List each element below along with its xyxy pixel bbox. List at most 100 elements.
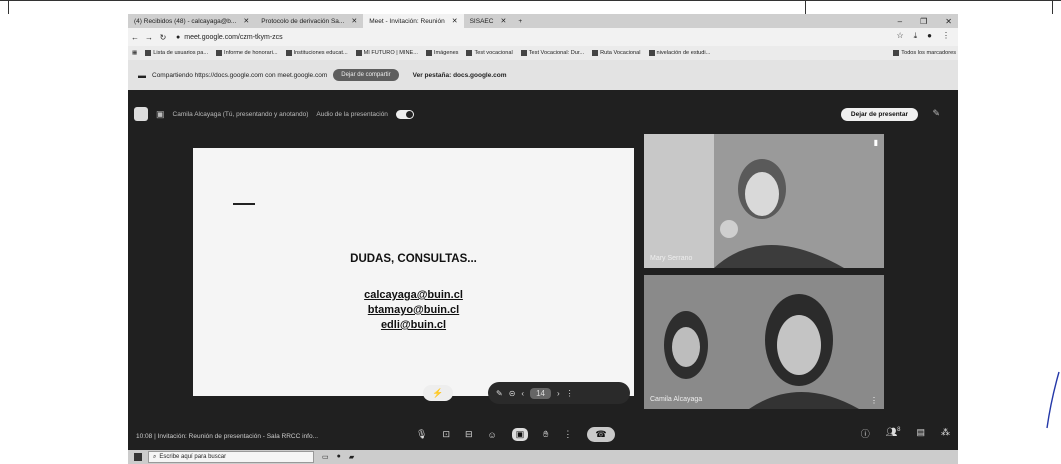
address-bar: ← → ↻ ● meet.google.com/czm-tkym-zcs ☆ ⤓ … xyxy=(128,28,958,46)
email-link[interactable]: edli@buin.cl xyxy=(193,318,634,333)
present-icon[interactable]: ▣ xyxy=(511,428,529,441)
email-link[interactable]: btamayo@buin.cl xyxy=(193,303,634,318)
new-tab-button[interactable]: + xyxy=(512,14,528,28)
pen-icon[interactable]: ✎ xyxy=(932,108,940,119)
meet-bottom-bar: 10:08 | Invitación: Reunión de presentac… xyxy=(128,420,958,452)
slide-controls: ✎ ⊝ ‹ 14 › ⋮ xyxy=(488,382,630,404)
star-icon[interactable]: ☆ xyxy=(896,31,903,41)
menu-icon[interactable]: ⋮ xyxy=(942,31,950,41)
slide-accent-line xyxy=(233,203,255,205)
tab-label: (4) Recibidos (48) - calcayaga@b... xyxy=(134,17,237,25)
audio-toggle[interactable] xyxy=(395,109,414,119)
url-field[interactable]: ● meet.google.com/czm-tkym-zcs xyxy=(176,34,283,41)
stop-presenting-button[interactable]: Dejar de presentar xyxy=(840,108,918,121)
bookmark-item[interactable]: Informe de honorari... xyxy=(216,50,278,56)
close-icon[interactable]: ✕ xyxy=(452,17,458,25)
participant-tile: Camila Alcayaga ⋮ xyxy=(644,275,884,409)
screenshot: (4) Recibidos (48) - calcayaga@b... ✕ Pro… xyxy=(128,14,958,464)
browser-tab[interactable]: (4) Recibidos (48) - calcayaga@b... ✕ xyxy=(128,14,255,28)
presentation-header: ▣ Camila Alcayaga (Tú, presentando y ano… xyxy=(134,104,414,124)
meeting-tools: ⓘ 👥︎8 ▤ ⁂ xyxy=(861,427,950,440)
participant-count: 8 xyxy=(897,427,901,433)
presentation-slide: DUDAS, CONSULTAS... calcayaga@buin.cl bt… xyxy=(193,148,634,396)
sharing-text: Compartiendo https://docs.google.com con… xyxy=(152,71,328,79)
captions-icon[interactable]: ⊟ xyxy=(465,429,473,440)
mic-icon: ▮ xyxy=(873,138,878,147)
taskbar-search[interactable]: ⌕ Escribe aquí para buscar xyxy=(148,451,314,463)
maximize-icon[interactable]: ❐ xyxy=(920,17,927,26)
more-icon[interactable]: ⋮ xyxy=(566,389,574,398)
download-icon[interactable]: ⤓ xyxy=(914,31,918,41)
browser-tab[interactable]: Protocolo de derivación Sa... ✕ xyxy=(255,14,363,28)
bookmark-item[interactable]: Lista de usuarios pa... xyxy=(145,50,208,56)
mic-icon[interactable]: 🎙︎ xyxy=(416,429,427,440)
email-list: calcayaga@buin.cl btamayo@buin.cl edli@b… xyxy=(193,288,634,333)
table-border-top xyxy=(0,0,1061,1)
meeting-info: 10:08 | Invitación: Reunión de presentac… xyxy=(136,432,319,440)
chat-icon[interactable]: ▤ xyxy=(916,427,925,440)
more-icon[interactable]: ⋮ xyxy=(563,429,572,440)
bookmark-item[interactable]: Ruta Vocacional xyxy=(592,50,641,56)
meet-window: ▣ Camila Alcayaga (Tú, presentando y ano… xyxy=(128,90,958,464)
camera-icon[interactable]: ⊡ xyxy=(442,429,450,440)
profile-icon[interactable]: ● xyxy=(927,31,932,41)
stop-sharing-button[interactable]: Dejar de compartir xyxy=(333,69,399,81)
task-view-icon[interactable]: ▭ xyxy=(322,453,329,461)
tab-label: Meet - Invitación: Reunión xyxy=(369,17,445,25)
os-taskbar: ⌕ Escribe aquí para buscar ▭ ● ▰ xyxy=(128,450,958,464)
share-icon: ▬ xyxy=(138,70,146,80)
browser-tab[interactable]: SISAEC ✕ xyxy=(464,14,513,28)
chrome-icon[interactable]: ● xyxy=(337,453,341,461)
reload-icon[interactable]: ↻ xyxy=(156,33,170,42)
bookmark-item[interactable]: Imágenes xyxy=(425,50,458,56)
close-icon[interactable]: ✕ xyxy=(243,17,249,25)
close-icon[interactable]: ✕ xyxy=(945,17,952,26)
participant-name: Camila Alcayaga xyxy=(650,396,703,403)
tab-bar: (4) Recibidos (48) - calcayaga@b... ✕ Pro… xyxy=(128,14,958,28)
end-call-button[interactable]: ☎ xyxy=(587,427,615,442)
forward-icon[interactable]: → xyxy=(142,33,156,42)
annotate-icon[interactable]: ✎ xyxy=(496,389,503,398)
participant-video xyxy=(644,134,884,268)
slide-title: DUDAS, CONSULTAS... xyxy=(350,253,477,265)
people-icon[interactable]: 👥︎8 xyxy=(886,427,901,440)
document-page: (4) Recibidos (48) - calcayaga@b... ✕ Pro… xyxy=(0,0,1061,464)
address-bar-actions: ☆ ⤓ ● ⋮ xyxy=(896,31,950,41)
bookmark-item[interactable]: Test Vocacional: Dur... xyxy=(520,50,584,56)
bookmark-item[interactable]: nivelación de estudi... xyxy=(648,50,710,56)
participant-video xyxy=(644,275,884,409)
present-icon: ▣ xyxy=(156,108,165,119)
taskbar-apps: ▭ ● ▰ xyxy=(322,453,354,461)
info-icon[interactable]: ⓘ xyxy=(861,427,870,440)
back-icon[interactable]: ← xyxy=(128,33,142,42)
annotation-tools[interactable]: ⚡ xyxy=(423,385,453,401)
bookmarks-bar: ▦ Lista de usuarios pa... Informe de hon… xyxy=(128,46,958,60)
close-icon[interactable]: ✕ xyxy=(500,17,506,25)
bookmark-item[interactable]: Test vocacional xyxy=(466,50,513,56)
activities-icon[interactable]: ⁂ xyxy=(941,427,950,440)
raise-hand-icon[interactable]: ✋︎ xyxy=(543,429,548,440)
prev-slide-icon[interactable]: ‹ xyxy=(521,389,524,398)
apps-icon[interactable]: ▦ xyxy=(132,50,137,56)
table-divider xyxy=(805,0,806,14)
more-options-icon[interactable]: ⋮ xyxy=(870,396,878,405)
sharing-bar: ▬ Compartiendo https://docs.google.com c… xyxy=(128,60,958,90)
windows-start-icon[interactable] xyxy=(134,453,142,461)
next-slide-icon[interactable]: › xyxy=(557,389,560,398)
participant-name: Mary Serrano xyxy=(650,255,693,262)
emoji-icon[interactable]: ☺ xyxy=(488,430,497,440)
all-bookmarks[interactable]: Todos los marcadores xyxy=(893,50,956,56)
bookmark-item[interactable]: MI FUTURO | MINE... xyxy=(355,50,418,56)
table-divider xyxy=(8,0,9,14)
browser-tab-active[interactable]: Meet - Invitación: Reunión ✕ xyxy=(363,14,464,28)
link-icon[interactable]: ⊝ xyxy=(509,389,516,398)
switch-tab-link[interactable]: Ver pestaña: docs.google.com xyxy=(413,72,507,79)
call-controls: 🎙︎ ⊡ ⊟ ☺ ▣ ✋︎ ⋮ ☎ xyxy=(416,427,615,442)
bookmark-item[interactable]: Instituciones educat... xyxy=(285,50,348,56)
minimize-icon[interactable]: – xyxy=(898,17,902,26)
close-icon[interactable]: ✕ xyxy=(351,17,357,25)
participant-tile: ▮ Mary Serrano xyxy=(644,134,884,268)
site-icon: ● xyxy=(176,33,181,41)
email-link[interactable]: calcayaga@buin.cl xyxy=(193,288,634,303)
folder-icon[interactable]: ▰ xyxy=(349,453,354,461)
